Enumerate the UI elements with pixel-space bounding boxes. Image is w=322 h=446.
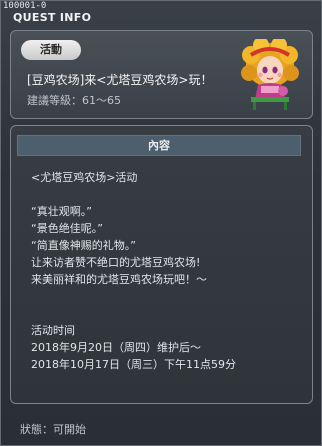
description-line: “真壮观啊。” — [31, 205, 92, 218]
description-line: 活动时间 — [31, 324, 75, 337]
quest-description: <尤塔豆鸡农场>活动 “真壮观啊。” “景色绝佳呢。” “简直像神赐的礼物。” … — [31, 169, 301, 373]
description-line: 2018年10月17日（周三）下午11点59分 — [31, 358, 236, 371]
recommended-level: 建議等級：61～65 — [27, 94, 121, 107]
description-line: “简直像神赐的礼物。” — [31, 239, 136, 252]
description-line: 2018年9月20日（周四）维护后～ — [31, 341, 201, 354]
npc-portrait — [241, 39, 299, 110]
description-line — [31, 288, 301, 305]
quest-status: 狀態：可開始 — [20, 423, 86, 436]
window-title: QUEST INFO — [13, 11, 92, 24]
quest-info-window: 100001-0 QUEST INFO 活動 [豆鸡农场]来<尤塔豆鸡农场>玩！… — [0, 0, 322, 446]
description-line — [31, 305, 301, 322]
description-line: “景色绝佳呢。” — [31, 222, 103, 235]
description-line: <尤塔豆鸡农场>活动 — [31, 171, 138, 184]
description-line — [31, 186, 301, 203]
quest-name: [豆鸡农场]来<尤塔豆鸡农场>玩！ — [27, 73, 213, 87]
description-line: 来美丽祥和的尤塔豆鸡农场玩吧！～ — [31, 273, 207, 286]
quest-type-tag: 活動 — [21, 40, 81, 60]
quest-id: 100001-0 — [3, 1, 47, 11]
description-line: 让来访者赞不绝口的尤塔豆鸡农场! — [31, 256, 201, 269]
content-section-header: 內容 — [17, 135, 301, 156]
